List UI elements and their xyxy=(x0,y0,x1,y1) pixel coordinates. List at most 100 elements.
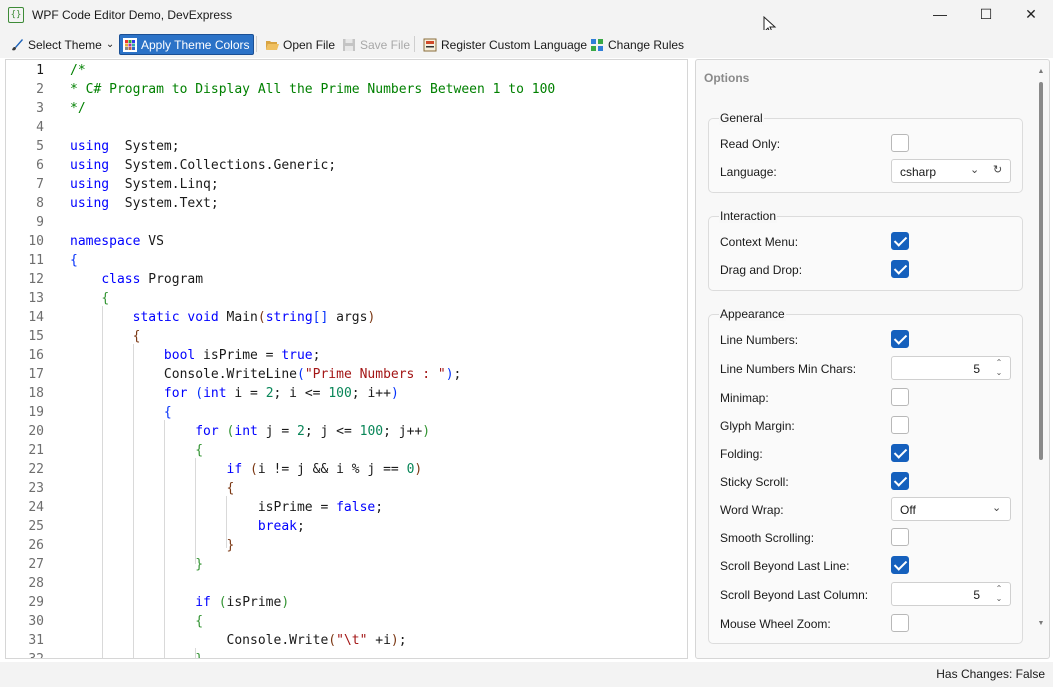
spin-up-icon[interactable]: ⌃ xyxy=(993,584,1005,594)
code-line[interactable]: 31 Console.Write("\t" +i); xyxy=(6,631,687,650)
folding-checkbox[interactable] xyxy=(891,444,909,462)
code-token: /* xyxy=(70,63,86,78)
read-only-checkbox[interactable] xyxy=(891,134,909,152)
language-label: Language: xyxy=(720,165,777,179)
code-line[interactable]: 22 if (i != j && i % j == 0) xyxy=(6,460,687,479)
close-button[interactable]: ✕ xyxy=(1008,0,1053,30)
code-line[interactable]: 3 */ xyxy=(6,99,687,118)
code-line[interactable]: 7 using System.Linq; xyxy=(6,175,687,194)
drag-drop-checkbox[interactable] xyxy=(891,260,909,278)
code-token: { xyxy=(195,614,204,629)
scrollbar-thumb[interactable] xyxy=(1039,82,1043,460)
code-line[interactable]: 18 for (int i = 2; i <= 100; i++) xyxy=(6,384,687,403)
code-line[interactable]: 30 { xyxy=(6,612,687,631)
code-line[interactable]: 23 { xyxy=(6,479,687,498)
scroll-down-icon[interactable]: ▼ xyxy=(1037,620,1045,628)
select-theme-dropdown[interactable]: Select Theme ⌄ xyxy=(7,34,117,55)
code-line[interactable]: 13 { xyxy=(6,289,687,308)
code-line[interactable]: 2 * C# Program to Display All the Prime N… xyxy=(6,80,687,99)
code-line[interactable]: 24 isPrime = false; xyxy=(6,498,687,517)
code-line[interactable]: 6 using System.Collections.Generic; xyxy=(6,156,687,175)
code-line[interactable]: 19 { xyxy=(6,403,687,422)
spin-down-icon[interactable]: ⌄ xyxy=(993,368,1005,378)
options-scrollbar[interactable]: ▲ ▼ xyxy=(1037,64,1045,656)
line-number: 10 xyxy=(28,234,44,249)
context-menu-checkbox[interactable] xyxy=(891,232,909,250)
language-combobox[interactable]: csharp ⌄ ↻ xyxy=(891,159,1011,183)
open-file-label: Open File xyxy=(283,37,336,52)
line-number: 14 xyxy=(28,310,44,325)
line-number: 12 xyxy=(28,272,44,287)
smooth-scrolling-checkbox[interactable] xyxy=(891,528,909,546)
code-text: class Program xyxy=(70,270,203,289)
line-numbers-min-chars-spinner[interactable]: 5 ⌃ ⌄ xyxy=(891,356,1011,380)
change-rules-button[interactable]: Change Rules xyxy=(587,34,687,55)
glyph-margin-checkbox[interactable] xyxy=(891,416,909,434)
code-token: +i xyxy=(367,633,391,648)
open-file-button[interactable]: Open File xyxy=(262,34,338,55)
refresh-icon[interactable]: ↻ xyxy=(993,163,1002,176)
line-number: 24 xyxy=(28,500,44,515)
code-line[interactable]: 8 using System.Text; xyxy=(6,194,687,213)
code-line[interactable]: 25 break; xyxy=(6,517,687,536)
register-custom-language-label: Register Custom Language xyxy=(441,37,588,52)
code-line[interactable]: 12 class Program xyxy=(6,270,687,289)
code-token: ; i <= xyxy=(273,386,329,401)
code-line[interactable]: 9 xyxy=(6,213,687,232)
code-line[interactable]: 10 namespace VS xyxy=(6,232,687,251)
line-number: 27 xyxy=(28,557,44,572)
code-token: ( xyxy=(250,462,258,477)
code-line[interactable]: 17 Console.WriteLine("Prime Numbers : ")… xyxy=(6,365,687,384)
sticky-scroll-checkbox[interactable] xyxy=(891,472,909,490)
code-line[interactable]: 11 { xyxy=(6,251,687,270)
code-line[interactable]: 5 using System; xyxy=(6,137,687,156)
code-line[interactable]: 21 { xyxy=(6,441,687,460)
code-text: namespace VS xyxy=(70,232,164,251)
line-number: 28 xyxy=(28,576,44,591)
minimap-checkbox[interactable] xyxy=(891,388,909,406)
word-wrap-label: Word Wrap: xyxy=(720,503,784,517)
code-line[interactable]: 29 if (isPrime) xyxy=(6,593,687,612)
code-line[interactable]: 20 for (int j = 2; j <= 100; j++) xyxy=(6,422,687,441)
code-line[interactable]: 28 xyxy=(6,574,687,593)
line-numbers-checkbox[interactable] xyxy=(891,330,909,348)
code-line[interactable]: 26 } xyxy=(6,536,687,555)
spin-up-icon[interactable]: ⌃ xyxy=(993,358,1005,368)
chevron-down-icon[interactable]: ⌄ xyxy=(992,501,1001,514)
scroll-beyond-last-column-spinner[interactable]: 5 ⌃ ⌄ xyxy=(891,582,1011,606)
mouse-wheel-zoom-checkbox[interactable] xyxy=(891,614,909,632)
code-line[interactable]: 14 static void Main(string[] args) xyxy=(6,308,687,327)
spin-down-icon[interactable]: ⌄ xyxy=(993,594,1005,604)
code-line[interactable]: 27 } xyxy=(6,555,687,574)
scroll-up-icon[interactable]: ▲ xyxy=(1037,68,1045,76)
code-line[interactable]: 15 { xyxy=(6,327,687,346)
save-file-button[interactable]: Save File xyxy=(339,34,413,55)
line-numbers-min-chars-label: Line Numbers Min Chars: xyxy=(720,362,857,376)
word-wrap-combobox[interactable]: Off ⌄ xyxy=(891,497,1011,521)
maximize-button[interactable]: ☐ xyxy=(963,0,1009,30)
general-group: General Read Only: Language: csharp ⌄ ↻ xyxy=(708,111,1023,193)
code-line[interactable]: 4 xyxy=(6,118,687,137)
code-editor[interactable]: 1 /* 2 * C# Program to Display All the Prim… xyxy=(5,59,688,659)
scroll-beyond-last-line-checkbox[interactable] xyxy=(891,556,909,574)
code-line[interactable]: 1 /* xyxy=(6,61,687,80)
minimize-button[interactable]: — xyxy=(917,0,963,30)
chevron-down-icon[interactable]: ⌄ xyxy=(970,163,979,176)
toolbar-divider xyxy=(414,36,415,52)
code-text: /* xyxy=(70,61,86,80)
code-line[interactable]: 32 } xyxy=(6,650,687,658)
register-custom-language-button[interactable]: Register Custom Language xyxy=(420,34,590,55)
code-token: System.Collections.Generic; xyxy=(109,158,337,173)
apply-theme-colors-button[interactable]: Apply Theme Colors xyxy=(119,34,254,55)
code-token: break xyxy=(257,519,297,534)
code-token: ; i++ xyxy=(351,386,391,401)
code-token: using xyxy=(70,177,110,192)
code-line[interactable]: 16 bool isPrime = true; xyxy=(6,346,687,365)
register-language-icon xyxy=(423,38,437,51)
line-number: 19 xyxy=(28,405,44,420)
